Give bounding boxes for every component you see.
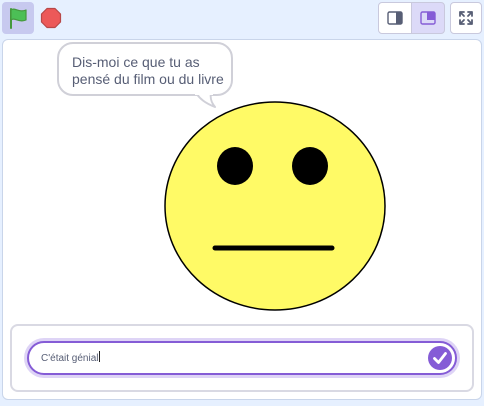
green-flag-icon [10,8,27,29]
stage-toolbar [0,0,484,38]
answer-input[interactable]: C'était génial [27,341,457,375]
normal-stage-button[interactable] [411,2,445,34]
small-stage-button[interactable] [378,2,412,34]
stop-sign-icon [40,7,62,29]
neutral-face-sprite[interactable] [163,98,389,312]
checkmark-icon[interactable] [428,346,452,370]
stage[interactable]: Dis-moi ce que tu as pensé du film ou du… [2,39,482,400]
fullscreen-button[interactable] [450,2,482,34]
stop-button[interactable] [35,2,67,34]
text-caret [98,351,100,362]
speech-bubble: Dis-moi ce que tu as pensé du film ou du… [57,42,233,96]
small-stage-layout-icon [387,11,403,25]
ask-prompt: C'était génial [10,324,474,392]
speech-line-1: Dis-moi ce que tu as [72,54,200,70]
normal-stage-layout-icon [420,11,436,25]
speech-bubble-tail [195,93,216,108]
green-flag-button[interactable] [2,2,34,34]
answer-text: C'était génial [41,353,99,364]
fullscreen-icon [459,11,473,25]
speech-line-2: pensé du film ou du livre [72,71,224,87]
